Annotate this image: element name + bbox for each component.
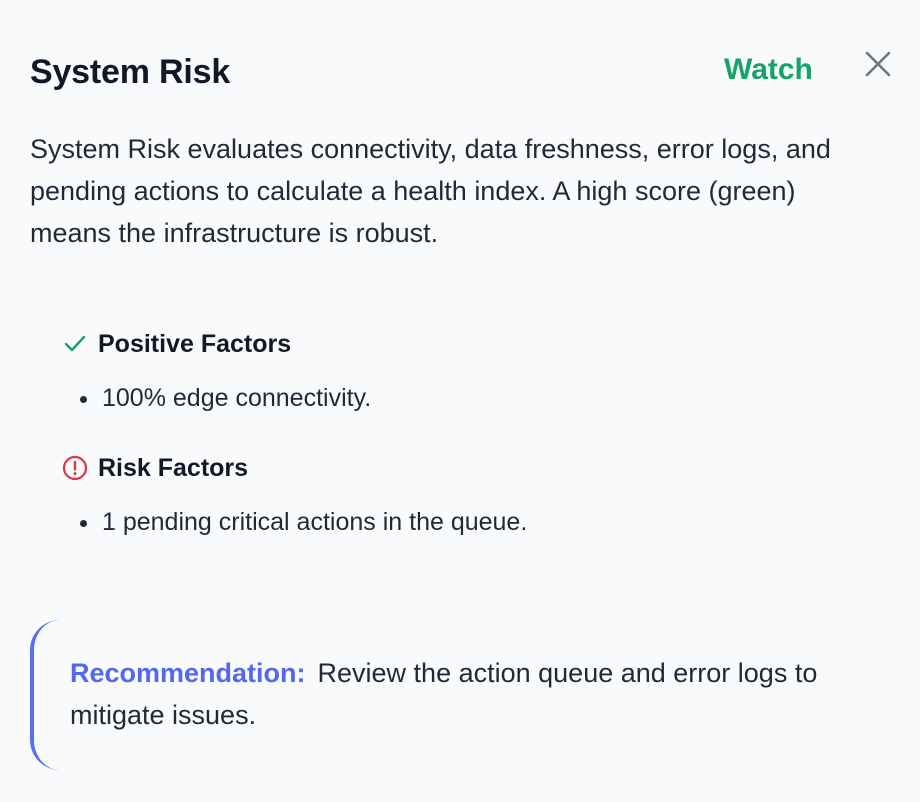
risk-factors-title: Risk Factors bbox=[98, 453, 249, 482]
panel-title: System Risk bbox=[30, 53, 231, 91]
risk-factors-list: 1 pending critical actions in the queue. bbox=[62, 505, 862, 539]
risk-factors-header: Risk Factors bbox=[62, 451, 862, 485]
positive-factors-section: Positive Factors 100% edge connectivity. bbox=[62, 327, 862, 415]
description-text: System Risk evaluates connectivity, data… bbox=[30, 134, 831, 248]
check-icon bbox=[64, 335, 86, 352]
recommendation-label: Recommendation: bbox=[70, 658, 306, 688]
recommendation-callout: Recommendation: Review the action queue a… bbox=[30, 620, 880, 770]
system-risk-panel: System Risk Watch System Risk evaluates … bbox=[0, 0, 920, 802]
positive-factors-title: Positive Factors bbox=[98, 329, 292, 358]
close-icon[interactable] bbox=[862, 48, 894, 80]
risk-factors-section: Risk Factors 1 pending critical actions … bbox=[62, 451, 862, 539]
alert-circle-icon bbox=[62, 455, 88, 481]
list-item: 100% edge connectivity. bbox=[78, 381, 862, 415]
status-badge: Watch bbox=[724, 53, 813, 86]
panel-header: System Risk Watch bbox=[30, 48, 900, 98]
positive-factors-list: 100% edge connectivity. bbox=[62, 381, 862, 415]
list-item: 1 pending critical actions in the queue. bbox=[78, 505, 862, 539]
positive-factors-header: Positive Factors bbox=[62, 327, 862, 361]
close-button[interactable] bbox=[862, 48, 894, 80]
